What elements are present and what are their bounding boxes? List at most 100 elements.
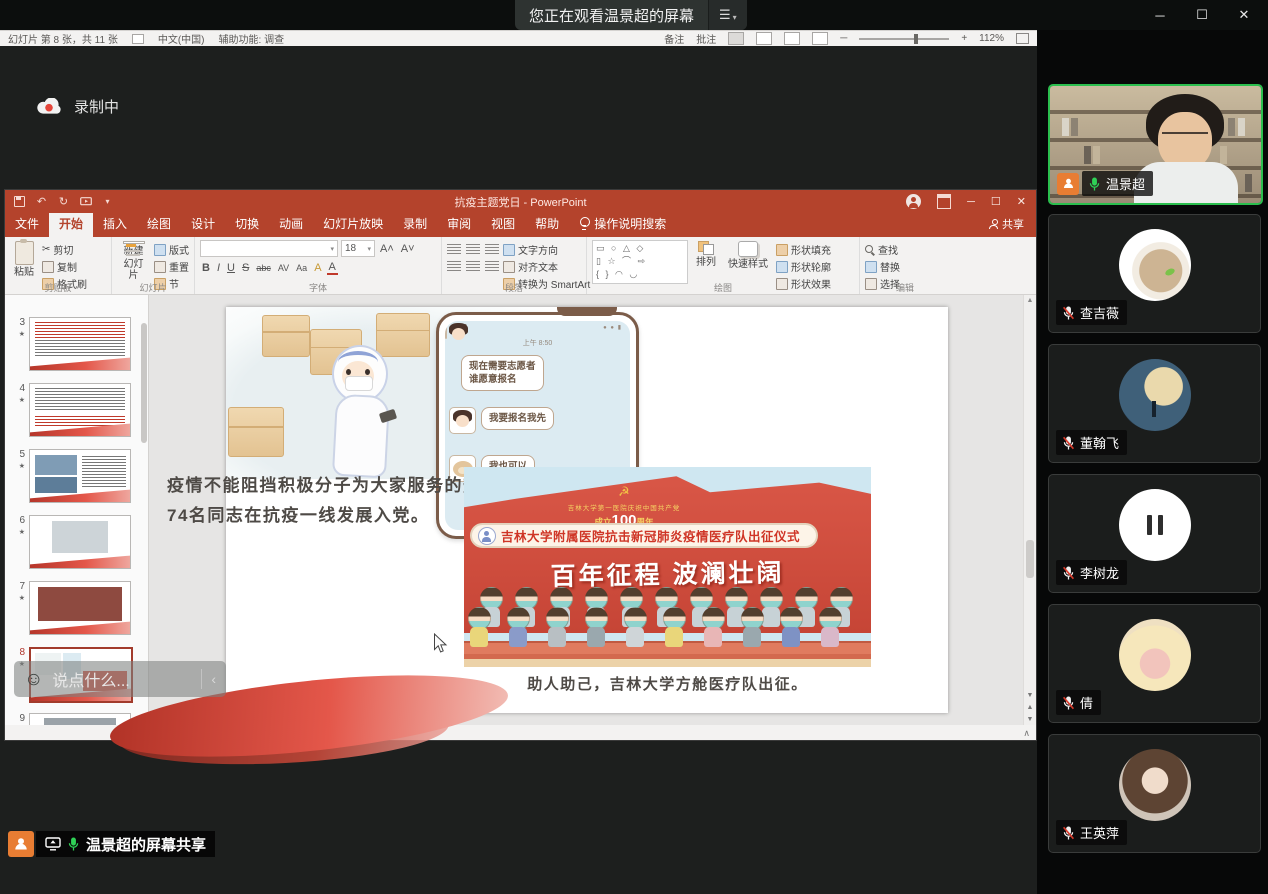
tab-slideshow[interactable]: 幻灯片放映 bbox=[313, 211, 393, 237]
numbering-icon[interactable] bbox=[466, 244, 480, 255]
comments-button[interactable]: 批注 bbox=[696, 31, 716, 46]
arrange-button[interactable]: 排列 bbox=[692, 240, 720, 282]
thumbnail-slide-4[interactable]: 4★ bbox=[5, 383, 131, 437]
maximize-button[interactable]: ☐ bbox=[1188, 3, 1216, 27]
participant-tile-wenjingchao[interactable]: 温景超 bbox=[1048, 84, 1263, 205]
notes-button[interactable]: 备注 bbox=[664, 31, 684, 46]
chat-quick-input[interactable]: ☺ 说点什么... ‹ bbox=[14, 661, 226, 697]
tab-design[interactable]: 设计 bbox=[181, 211, 225, 237]
participant-tile-zhajiwei[interactable]: 查吉薇 bbox=[1048, 214, 1261, 333]
ribbon-display-options-icon[interactable] bbox=[937, 194, 951, 209]
start-slideshow-icon[interactable] bbox=[79, 195, 92, 208]
new-slide-button[interactable]: 新建幻灯片 bbox=[117, 240, 150, 282]
italic-button[interactable]: I bbox=[215, 262, 222, 274]
zoom-level[interactable]: 112% bbox=[979, 33, 1004, 44]
reading-view-button[interactable] bbox=[784, 32, 800, 45]
cut-button[interactable]: ✂剪切 bbox=[42, 242, 87, 257]
save-icon[interactable] bbox=[13, 195, 26, 208]
thumbnail-slide-6[interactable]: 6★ bbox=[5, 515, 131, 569]
tab-help[interactable]: 帮助 bbox=[525, 211, 569, 237]
underline-button[interactable]: U bbox=[225, 262, 237, 274]
strikethrough-button[interactable]: S bbox=[240, 262, 251, 274]
shape-outline-button[interactable]: 形状轮廓 bbox=[776, 259, 831, 274]
ppt-close-button[interactable]: ✕ bbox=[1017, 195, 1026, 208]
zoom-slider-thumb[interactable] bbox=[914, 34, 918, 44]
char-spacing-button[interactable]: abc bbox=[254, 263, 273, 273]
tab-home[interactable]: 开始 bbox=[49, 211, 93, 237]
shrink-font-button[interactable]: A˅ bbox=[399, 243, 417, 255]
scrollbar-thumb[interactable] bbox=[1026, 540, 1034, 578]
font-name-combobox[interactable]: ▾ bbox=[200, 240, 338, 257]
paragraph-group: 文字方向 对齐文本 转换为 SmartArt 段落 bbox=[442, 237, 587, 294]
collapse-chat-icon[interactable]: ‹ bbox=[211, 671, 216, 687]
tab-insert[interactable]: 插入 bbox=[93, 211, 137, 237]
slideshow-view-button[interactable] bbox=[812, 32, 828, 45]
participant-tile-qian[interactable]: 倩 bbox=[1048, 604, 1261, 723]
tab-review[interactable]: 审阅 bbox=[437, 211, 481, 237]
replace-button[interactable]: 替换 bbox=[865, 259, 900, 274]
banner-menu-button[interactable]: ☰▾ bbox=[708, 0, 747, 30]
highlight-color-button[interactable]: A bbox=[312, 262, 323, 274]
minimize-button[interactable]: ─ bbox=[1146, 3, 1174, 27]
indent-icon[interactable] bbox=[485, 244, 499, 255]
participant-tile-wangyingping[interactable]: 王英萍 bbox=[1048, 734, 1261, 853]
tell-me-search[interactable]: 操作说明搜索 bbox=[569, 211, 676, 237]
qat-more-icon[interactable]: ▾ bbox=[101, 195, 114, 208]
paste-button[interactable]: 粘贴 bbox=[10, 240, 38, 282]
text-direction-button[interactable]: 文字方向 bbox=[503, 242, 590, 257]
align-text-button[interactable]: 对齐文本 bbox=[503, 259, 590, 274]
participant-tile-lishulong[interactable]: 李树龙 bbox=[1048, 474, 1261, 593]
tab-record[interactable]: 录制 bbox=[393, 211, 437, 237]
thumbnail-slide-9[interactable]: 9★ bbox=[5, 713, 131, 725]
change-case-button[interactable]: Aa bbox=[294, 263, 309, 273]
text-spacing-button[interactable]: AV bbox=[276, 263, 291, 273]
ppt-restore-button[interactable]: ☐ bbox=[991, 195, 1001, 208]
reset-button[interactable]: 重置 bbox=[154, 259, 189, 274]
canvas-scrollbar[interactable]: ▲ ▼▲▼ bbox=[1023, 295, 1036, 725]
align-center-icon[interactable] bbox=[466, 261, 480, 272]
normal-view-button[interactable] bbox=[728, 32, 744, 45]
thumbnail-slide-7[interactable]: 7★ bbox=[5, 581, 131, 635]
accessibility-status[interactable]: 辅助功能: 调查 bbox=[219, 31, 285, 46]
tab-view[interactable]: 视图 bbox=[481, 211, 525, 237]
bullets-icon[interactable] bbox=[447, 244, 461, 255]
thumbnail-slide-3[interactable]: 3★ bbox=[5, 317, 131, 371]
undo-icon[interactable]: ↶ bbox=[35, 195, 48, 208]
emoji-icon[interactable]: ☺ bbox=[24, 670, 43, 689]
account-icon[interactable] bbox=[906, 194, 921, 209]
layout-button[interactable]: 版式 bbox=[154, 242, 189, 257]
slide-sorter-view-button[interactable] bbox=[756, 32, 772, 45]
tab-draw[interactable]: 绘图 bbox=[137, 211, 181, 237]
columns-icon[interactable] bbox=[485, 261, 499, 272]
close-button[interactable]: ✕ bbox=[1230, 3, 1258, 27]
tab-animations[interactable]: 动画 bbox=[269, 211, 313, 237]
ppt-minimize-button[interactable]: ─ bbox=[967, 196, 975, 208]
language-status[interactable]: 中文(中国) bbox=[158, 31, 205, 46]
tab-transitions[interactable]: 切换 bbox=[225, 211, 269, 237]
next-slide-button[interactable]: ▼ bbox=[1027, 716, 1034, 723]
find-button[interactable]: 查找 bbox=[865, 242, 900, 257]
copy-button[interactable]: 复制 bbox=[42, 259, 87, 274]
fit-to-window-button[interactable] bbox=[1016, 33, 1029, 44]
zoom-out-button[interactable]: ─ bbox=[840, 33, 847, 44]
share-button[interactable]: 共享 bbox=[977, 212, 1036, 237]
zoom-slider[interactable] bbox=[859, 38, 949, 40]
chat-placeholder[interactable]: 说点什么... bbox=[52, 667, 192, 691]
reset-icon bbox=[154, 261, 166, 273]
shape-fill-button[interactable]: 形状填充 bbox=[776, 242, 831, 257]
previous-slide-button[interactable]: ▲ bbox=[1027, 704, 1034, 711]
font-size-combobox[interactable]: 18▾ bbox=[341, 240, 375, 257]
bold-button[interactable]: B bbox=[200, 262, 212, 274]
zoom-in-button[interactable]: + bbox=[961, 33, 967, 44]
thumbnail-scrollbar[interactable] bbox=[141, 323, 147, 443]
grow-font-button[interactable]: A˄ bbox=[378, 243, 396, 255]
font-color-button[interactable]: A bbox=[327, 261, 338, 275]
thumbnail-slide-5[interactable]: 5★ bbox=[5, 449, 131, 503]
shape-gallery[interactable]: ▭ ○ △ ◇▯ ☆ ⌒ ⇨{ } ◠ ◡ bbox=[592, 240, 688, 284]
redo-icon[interactable]: ↻ bbox=[57, 195, 70, 208]
align-left-icon[interactable] bbox=[447, 261, 461, 272]
quick-styles-button[interactable]: 快速样式 bbox=[724, 240, 772, 282]
tab-file[interactable]: 文件 bbox=[5, 211, 49, 237]
collapse-ribbon-icon[interactable]: ∧ bbox=[1023, 728, 1030, 739]
participant-tile-donghanfei[interactable]: 董翰飞 bbox=[1048, 344, 1261, 463]
